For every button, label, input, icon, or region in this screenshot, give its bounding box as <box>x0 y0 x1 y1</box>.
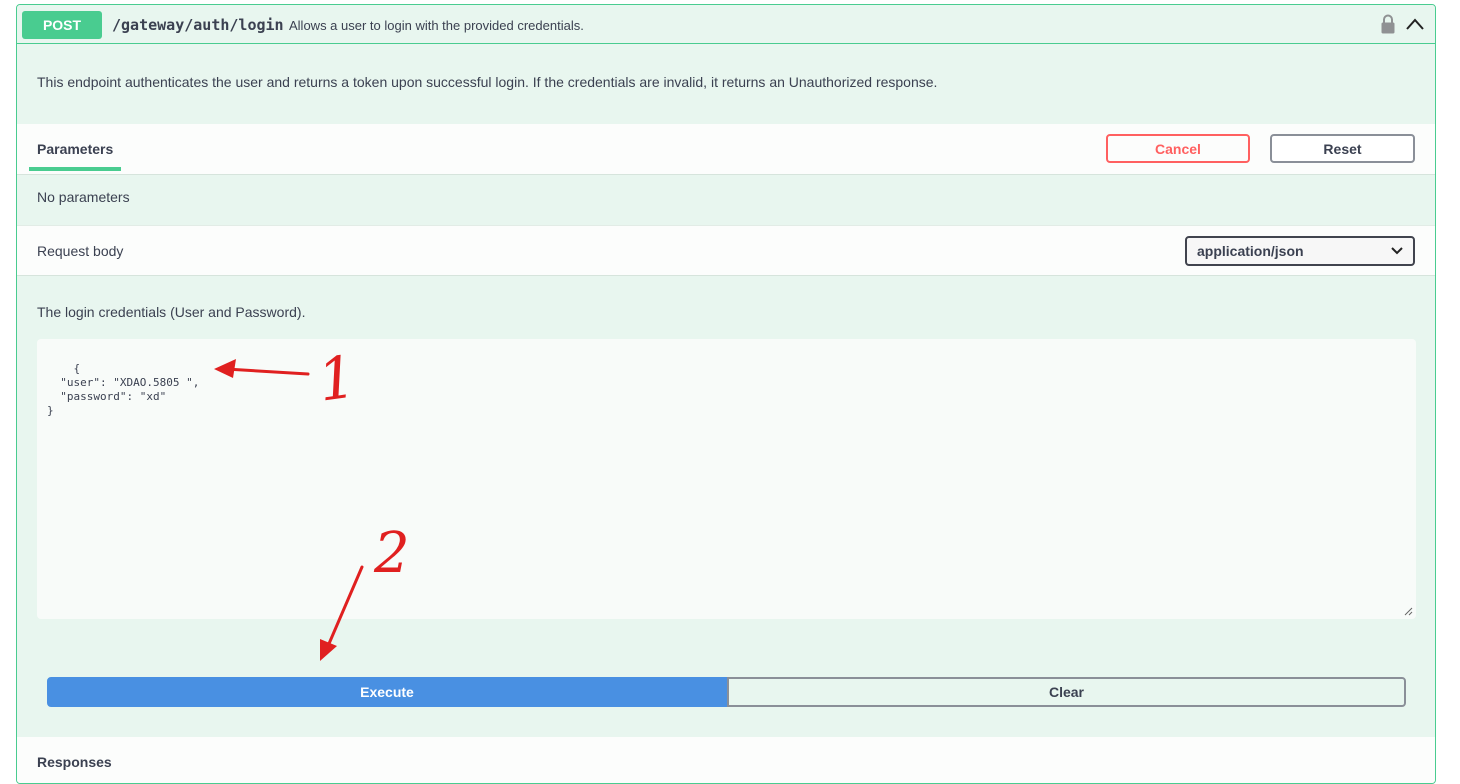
endpoint-path: /gateway/auth/login <box>112 16 284 34</box>
request-body-editor[interactable]: { "user": "XDAO.5805 ", "password": "xd"… <box>37 339 1416 619</box>
clear-button[interactable]: Clear <box>727 677 1406 707</box>
reset-button[interactable]: Reset <box>1270 134 1415 163</box>
chevron-down-icon <box>1391 247 1403 255</box>
execute-button[interactable]: Execute <box>47 677 727 707</box>
chevron-up-icon[interactable] <box>1405 15 1425 33</box>
request-body-label: Request body <box>37 243 124 259</box>
tab-active-indicator <box>29 167 121 171</box>
content-type-select[interactable]: application/json <box>1185 236 1415 266</box>
request-body-description: The login credentials (User and Password… <box>37 304 306 320</box>
tab-parameters[interactable]: Parameters <box>37 141 113 157</box>
resize-handle-icon[interactable] <box>1404 607 1413 616</box>
endpoint-summary: Allows a user to login with the provided… <box>289 18 584 33</box>
parameters-header: Parameters Cancel Reset <box>17 124 1435 175</box>
responses-title: Responses <box>37 754 112 770</box>
operation-summary[interactable]: POST /gateway/auth/login Allows a user t… <box>17 5 1435 44</box>
method-badge: POST <box>22 11 102 39</box>
lock-icon[interactable] <box>1380 13 1396 35</box>
request-body-header: Request body application/json <box>17 225 1435 276</box>
responses-header: Responses <box>17 737 1435 783</box>
operation-block: POST /gateway/auth/login Allows a user t… <box>16 4 1436 784</box>
content-type-value: application/json <box>1197 243 1304 259</box>
operation-description: This endpoint authenticates the user and… <box>37 74 938 90</box>
cancel-button[interactable]: Cancel <box>1106 134 1250 163</box>
request-body-value: { "user": "XDAO.5805 ", "password": "xd"… <box>47 362 200 417</box>
no-parameters-text: No parameters <box>37 189 130 205</box>
